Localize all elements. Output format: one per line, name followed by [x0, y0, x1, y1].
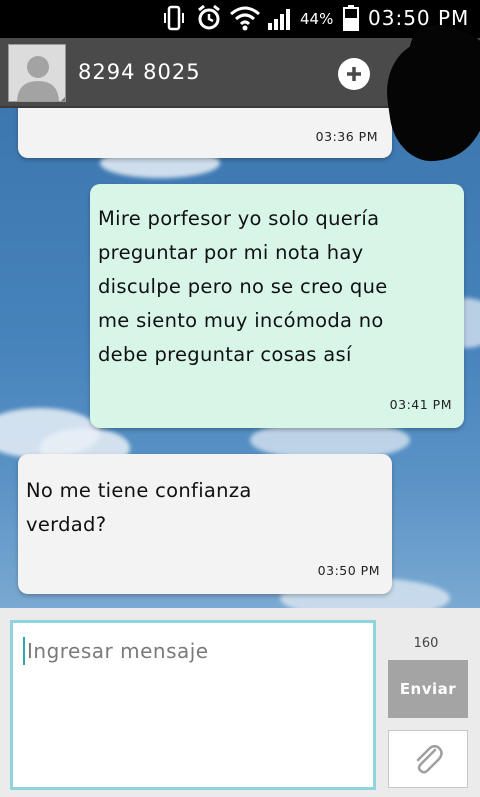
battery-percent: 44%	[300, 10, 334, 28]
signal-icon	[266, 4, 296, 32]
contact-name[interactable]: 8294 8025	[78, 60, 201, 84]
character-count: 160	[413, 636, 439, 651]
message-input-placeholder: Ingresar mensaje	[27, 639, 209, 663]
status-bar: 44% 03:50 PM	[0, 0, 480, 38]
plus-icon[interactable]	[338, 58, 370, 90]
text-cursor	[23, 637, 25, 665]
composer-bar: Ingresar mensaje 160 Enviar	[0, 608, 480, 797]
message-bubble-outgoing[interactable]: Mire porfesor yo solo quería preguntar p…	[90, 184, 464, 428]
battery-icon	[342, 4, 360, 32]
message-bubble-incoming[interactable]: 03:36 PM	[18, 108, 392, 158]
send-button[interactable]: Enviar	[388, 660, 468, 718]
vibrate-icon	[160, 4, 188, 32]
message-text: No me tiene confianza verdad?	[26, 479, 252, 536]
status-time: 03:50 PM	[368, 6, 470, 30]
message-thread[interactable]: 03:36 PM Mire porfesor yo solo quería pr…	[0, 108, 480, 608]
alarm-icon	[194, 4, 224, 32]
wifi-icon	[228, 4, 262, 32]
message-text: Mire porfesor yo solo quería preguntar p…	[98, 207, 388, 366]
default-avatar-icon[interactable]	[8, 44, 66, 102]
message-time: 03:41 PM	[389, 397, 452, 412]
message-time: 03:50 PM	[317, 563, 380, 578]
message-time: 03:36 PM	[315, 129, 378, 144]
message-input[interactable]: Ingresar mensaje	[10, 620, 376, 790]
paperclip-icon[interactable]	[388, 730, 468, 788]
message-bubble-incoming[interactable]: No me tiene confianza verdad? 03:50 PM	[18, 454, 392, 594]
